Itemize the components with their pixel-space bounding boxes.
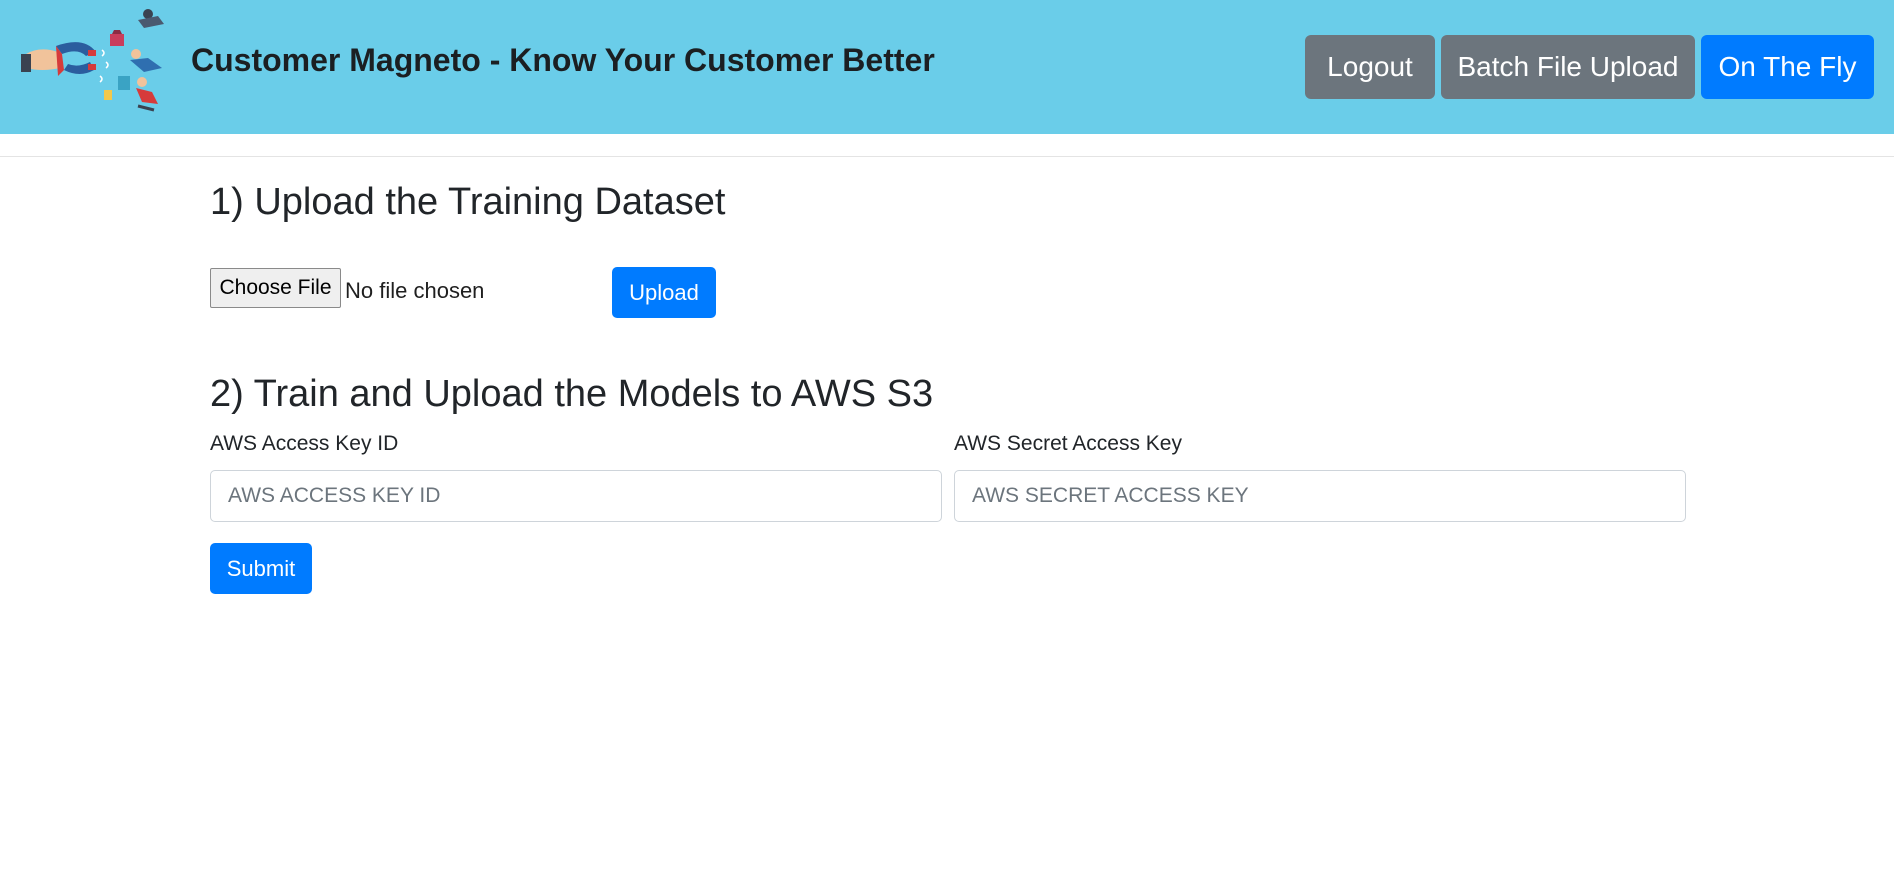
train-upload-models-heading: 2) Train and Upload the Models to AWS S3	[210, 373, 934, 415]
access-key-label: AWS Access Key ID	[210, 432, 399, 455]
secret-key-input[interactable]	[954, 470, 1686, 522]
top-navbar: Customer Magneto - Know Your Customer Be…	[0, 0, 1894, 134]
app-title: Customer Magneto - Know Your Customer Be…	[191, 42, 935, 78]
submit-button[interactable]: Submit	[210, 543, 312, 594]
secret-key-label: AWS Secret Access Key	[954, 432, 1182, 455]
header-divider	[0, 156, 1894, 157]
upload-dataset-heading: 1) Upload the Training Dataset	[210, 181, 726, 223]
upload-button[interactable]: Upload	[612, 267, 716, 318]
access-key-input[interactable]	[210, 470, 942, 522]
logout-button[interactable]: Logout	[1305, 35, 1435, 99]
magnet-attracting-customers-icon	[21, 9, 164, 112]
file-chosen-status: No file chosen	[345, 278, 485, 303]
choose-file-button[interactable]: Choose File	[210, 268, 341, 308]
on-the-fly-button[interactable]: On The Fly	[1701, 35, 1874, 99]
batch-file-upload-button[interactable]: Batch File Upload	[1441, 35, 1695, 99]
